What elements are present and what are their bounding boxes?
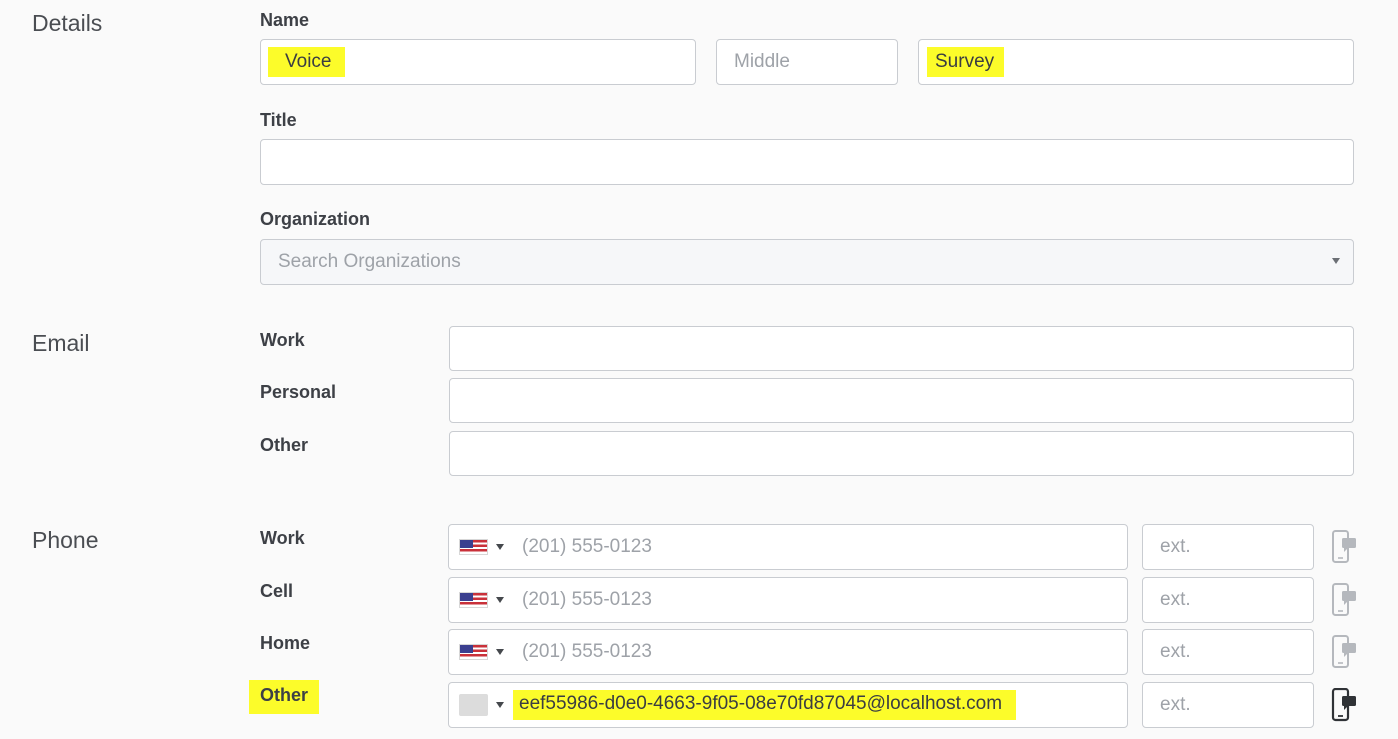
title-label: Title	[260, 110, 297, 130]
phone-other-value: eef55986-d0e0-4663-9f05-08e70fd87045@loc…	[513, 690, 1017, 720]
name-label: Name	[260, 10, 310, 30]
phone-work-input[interactable]: (201) 555-0123	[448, 524, 1128, 570]
ext-placeholder: ext.	[1160, 694, 1191, 715]
email-other-label: Other	[260, 435, 309, 455]
details-section-title: Details	[32, 10, 103, 36]
ext-placeholder: ext.	[1160, 536, 1191, 557]
last-name-input[interactable]: Survey	[918, 39, 1354, 85]
caret-down-icon[interactable]	[496, 544, 504, 550]
ext-placeholder: ext.	[1160, 589, 1191, 610]
phone-cell-label: Cell	[260, 581, 294, 601]
phone-home-placeholder: (201) 555-0123	[522, 641, 652, 662]
phone-cell-placeholder: (201) 555-0123	[522, 589, 652, 610]
blank-flag-icon[interactable]	[459, 694, 488, 716]
phone-home-input[interactable]: (201) 555-0123	[448, 629, 1128, 675]
caret-down-icon[interactable]	[496, 597, 504, 603]
phone-cell-input[interactable]: (201) 555-0123	[448, 577, 1128, 623]
organization-select[interactable]: Search Organizations	[260, 239, 1354, 285]
organization-placeholder: Search Organizations	[278, 251, 461, 272]
email-other-input[interactable]	[449, 431, 1354, 476]
phone-work-placeholder: (201) 555-0123	[522, 536, 652, 557]
phone-home-ext-input[interactable]: ext.	[1142, 629, 1314, 675]
caret-down-icon[interactable]	[496, 702, 504, 708]
sms-phone-icon[interactable]	[1331, 583, 1357, 617]
middle-name-placeholder: Middle	[734, 51, 790, 72]
sms-phone-icon[interactable]	[1331, 635, 1357, 669]
email-personal-label: Personal	[260, 382, 337, 402]
phone-work-label: Work	[260, 528, 305, 548]
phone-home-label: Home	[260, 633, 311, 653]
last-name-value: Survey	[927, 47, 1005, 77]
sms-phone-icon[interactable]	[1331, 530, 1357, 564]
organization-label: Organization	[260, 209, 371, 229]
email-work-label: Work	[260, 330, 305, 350]
title-input[interactable]	[260, 139, 1354, 185]
email-section-title: Email	[32, 330, 90, 356]
chevron-down-icon	[1332, 258, 1340, 264]
email-work-input[interactable]	[449, 326, 1354, 371]
us-flag-icon[interactable]	[459, 644, 488, 660]
email-personal-input[interactable]	[449, 378, 1354, 423]
sms-phone-icon-active[interactable]	[1331, 688, 1357, 722]
us-flag-icon[interactable]	[459, 592, 488, 608]
phone-work-ext-input[interactable]: ext.	[1142, 524, 1314, 570]
caret-down-icon[interactable]	[496, 649, 504, 655]
phone-other-ext-input[interactable]: ext.	[1142, 682, 1314, 728]
phone-other-label: Other	[249, 680, 320, 714]
first-name-input[interactable]: Voice	[260, 39, 696, 85]
phone-other-input[interactable]: eef55986-d0e0-4663-9f05-08e70fd87045@loc…	[448, 682, 1128, 728]
first-name-value: Voice	[268, 47, 346, 77]
middle-name-input[interactable]: Middle	[716, 39, 898, 85]
us-flag-icon[interactable]	[459, 539, 488, 555]
phone-section-title: Phone	[32, 527, 99, 553]
ext-placeholder: ext.	[1160, 641, 1191, 662]
phone-cell-ext-input[interactable]: ext.	[1142, 577, 1314, 623]
